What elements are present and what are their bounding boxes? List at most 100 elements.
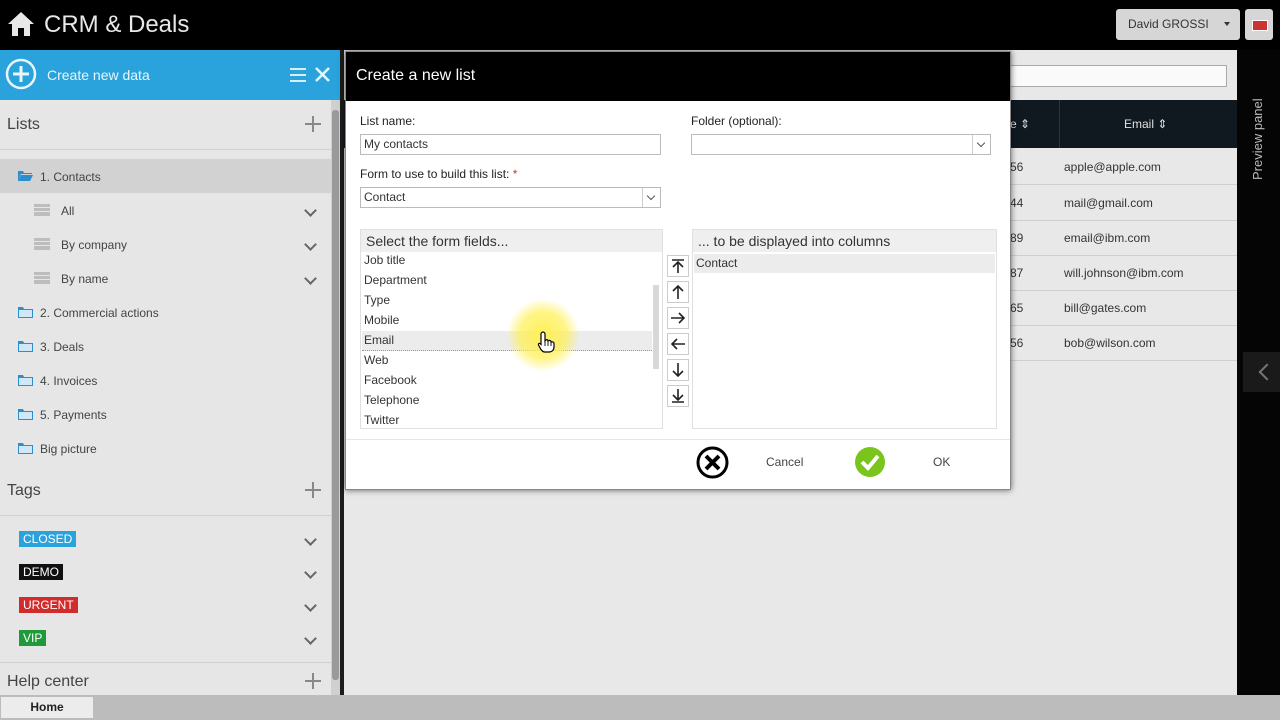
list-item[interactable]: Facebook <box>362 371 652 390</box>
chevron-down-icon[interactable] <box>972 135 990 154</box>
preview-panel-label[interactable]: Preview panel <box>1250 70 1270 180</box>
move-left-button[interactable] <box>667 333 689 355</box>
search-input[interactable] <box>1010 65 1227 87</box>
table-view-icon <box>34 272 50 284</box>
table-view-icon <box>34 204 50 216</box>
list-item[interactable]: Department <box>362 271 652 290</box>
preview-panel-toggle[interactable] <box>1243 352 1280 392</box>
arrow-up-icon <box>672 284 684 299</box>
table-view-icon <box>34 238 50 250</box>
create-list-dialog: Create a new list List name: My contacts… <box>345 51 1011 490</box>
move-top-button[interactable] <box>667 255 689 277</box>
sidebar-item-commercial-actions[interactable]: 2. Commercial actions <box>0 295 331 329</box>
chevron-down-icon[interactable] <box>304 533 317 546</box>
move-down-button[interactable] <box>667 359 689 381</box>
tag-vip[interactable]: VIP <box>19 630 47 646</box>
table-row[interactable]: 56 bob@wilson.com <box>1010 325 1237 361</box>
list-item[interactable]: Job title <box>362 251 652 270</box>
expand-help-icon[interactable] <box>305 673 321 689</box>
table-row[interactable]: 44 mail@gmail.com <box>1010 185 1237 221</box>
columns-header: ... to be displayed into columns <box>693 230 996 252</box>
table-row[interactable]: 65 bill@gates.com <box>1010 290 1237 326</box>
list-scrollbar[interactable] <box>653 285 659 369</box>
arrow-left-icon <box>670 338 685 350</box>
check-icon <box>855 447 885 477</box>
chevron-down-icon[interactable] <box>304 566 317 579</box>
home-tab[interactable]: Home <box>1 697 93 718</box>
sidebar-item-label: Big picture <box>40 442 97 456</box>
arrow-to-top-icon <box>672 259 684 273</box>
move-up-button[interactable] <box>667 281 689 303</box>
hand-cursor-icon <box>537 331 555 353</box>
list-item[interactable]: Contact <box>694 254 995 273</box>
list-name-input[interactable]: My contacts <box>360 134 661 155</box>
table-row[interactable]: 87 will.johnson@ibm.com <box>1010 255 1237 291</box>
create-new-data-label: Create new data <box>47 67 150 83</box>
chevron-down-icon[interactable] <box>304 204 317 217</box>
dialog-header: Create a new list <box>346 52 1010 101</box>
close-icon[interactable] <box>315 67 330 82</box>
help-center-title[interactable]: Help center <box>7 673 89 691</box>
sidebar-item-payments[interactable]: 5. Payments <box>0 397 331 431</box>
caret-down-icon <box>1224 22 1230 26</box>
folder-select[interactable] <box>691 134 991 155</box>
list-item[interactable]: Twitter <box>362 411 652 430</box>
tag-demo[interactable]: DEMO <box>19 564 63 580</box>
open-folder-icon <box>18 171 33 181</box>
chevron-down-icon[interactable] <box>304 599 317 612</box>
divider <box>0 515 331 516</box>
folder-icon <box>18 409 33 420</box>
app-title: CRM & Deals <box>44 11 190 38</box>
list-item[interactable]: Telephone <box>362 391 652 410</box>
top-bar: CRM & Deals David GROSSI <box>0 0 1280 50</box>
tag-urgent[interactable]: URGENT <box>19 597 78 613</box>
sidebar-item-label: By company <box>61 238 128 252</box>
sidebar-item-by-name[interactable]: By name <box>0 261 331 295</box>
sidebar-item-all[interactable]: All <box>0 193 331 227</box>
tag-closed[interactable]: CLOSED <box>19 531 77 547</box>
chevron-down-icon[interactable] <box>304 272 317 285</box>
chevron-down-icon[interactable] <box>304 632 317 645</box>
language-button[interactable] <box>1245 9 1273 40</box>
table-row[interactable]: 89 email@ibm.com <box>1010 220 1237 256</box>
tags-title: Tags <box>7 482 41 499</box>
sidebar-item-by-company[interactable]: By company <box>0 227 331 261</box>
folder-icon <box>18 341 33 352</box>
hamburger-menu-icon[interactable] <box>290 68 306 82</box>
sidebar-item-invoices[interactable]: 4. Invoices <box>0 363 331 397</box>
list-item[interactable]: Type <box>362 291 652 310</box>
flag-uk-icon <box>1252 20 1268 31</box>
divider <box>0 149 331 150</box>
plus-circle-icon[interactable] <box>5 58 37 90</box>
folder-label: Folder (optional): <box>691 114 782 128</box>
add-tag-icon[interactable] <box>305 482 321 498</box>
dialog-title: Create a new list <box>356 67 476 84</box>
ok-button[interactable]: OK <box>851 442 999 486</box>
form-label: Form to use to build this list: * <box>360 167 518 181</box>
table-row[interactable]: 56 apple@apple.com <box>1010 149 1237 185</box>
available-fields-header: Select the form fields... <box>361 230 662 252</box>
home-icon[interactable] <box>7 11 35 37</box>
user-menu-button[interactable]: David GROSSI <box>1116 9 1240 40</box>
create-new-data-bar[interactable]: Create new data <box>0 50 340 100</box>
chevron-down-icon[interactable] <box>304 238 317 251</box>
move-right-button[interactable] <box>667 307 689 329</box>
sidebar-scrollbar[interactable] <box>331 100 340 695</box>
column-header-partial[interactable]: e ⇕ <box>1010 117 1030 131</box>
scrollbar-thumb[interactable] <box>332 110 339 680</box>
move-bottom-button[interactable] <box>667 385 689 407</box>
sidebar-item-deals[interactable]: 3. Deals <box>0 329 331 363</box>
sidebar-item-contacts[interactable]: 1. Contacts <box>0 159 331 193</box>
user-name: David GROSSI <box>1128 17 1209 31</box>
sidebar-item-label: 4. Invoices <box>40 374 98 388</box>
columns-list[interactable]: ... to be displayed into columns Contact <box>692 229 997 429</box>
form-select[interactable]: Contact <box>360 187 661 208</box>
folder-icon <box>18 375 33 386</box>
cancel-button[interactable]: Cancel <box>696 442 844 486</box>
column-header-email[interactable]: Email ⇕ <box>1124 117 1167 131</box>
sidebar-item-big-picture[interactable]: Big picture <box>0 431 331 465</box>
add-list-icon[interactable] <box>305 116 321 132</box>
list-item[interactable]: Web <box>362 351 652 370</box>
lists-title: Lists <box>7 116 40 133</box>
chevron-down-icon[interactable] <box>642 188 660 207</box>
